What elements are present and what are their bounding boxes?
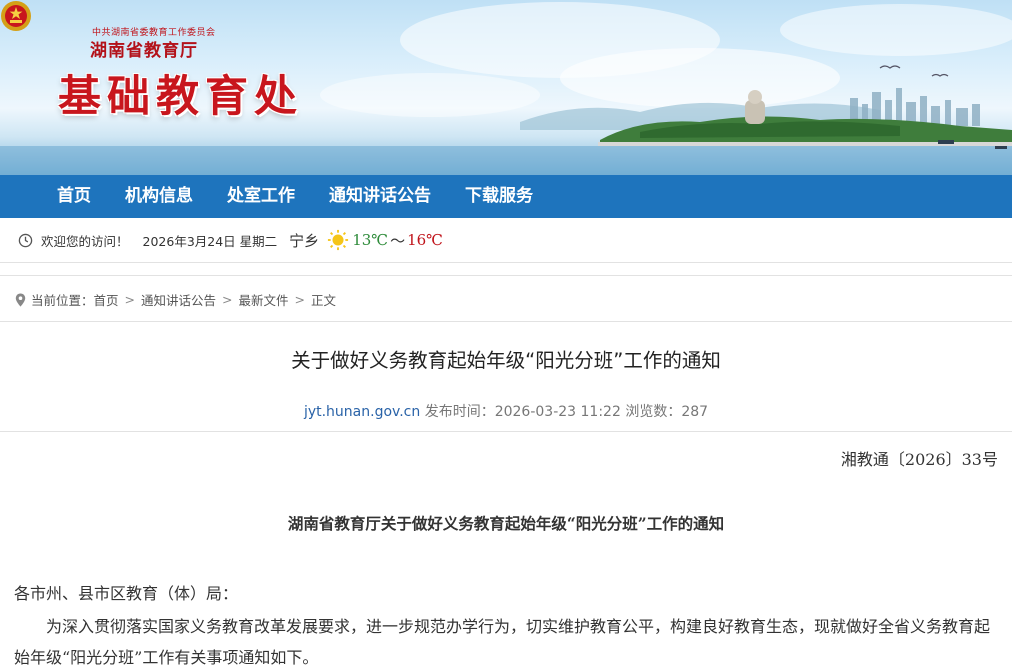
breadcrumb-latest-files[interactable]: 最新文件 bbox=[239, 290, 289, 309]
site-title: 基础教育处 bbox=[58, 72, 303, 122]
temperature-separator: ～ bbox=[390, 231, 406, 250]
chevron-right-icon: > bbox=[124, 292, 136, 307]
nav-organization-info[interactable]: 机构信息 bbox=[108, 175, 210, 218]
breadcrumb: 当前位置： 首页 > 通知讲话公告 > 最新文件 > 正文 bbox=[15, 290, 336, 309]
temperature-high: 16℃ bbox=[407, 231, 443, 249]
breadcrumb-prefix: 当前位置： bbox=[31, 293, 94, 308]
location-pin-icon bbox=[15, 293, 26, 306]
temperature-low: 13℃ bbox=[352, 231, 389, 249]
publish-label: 发布时间： bbox=[424, 404, 495, 420]
clock-icon bbox=[18, 233, 33, 247]
nav-home[interactable]: 首页 bbox=[40, 175, 108, 218]
chevron-right-icon: > bbox=[222, 292, 233, 307]
nav-notices[interactable]: 通知讲话公告 bbox=[312, 175, 448, 218]
divider bbox=[0, 321, 1012, 322]
divider bbox=[0, 431, 1012, 432]
document-title: 湖南省教育厅关于做好义务教育起始年级“阳光分班”工作的通知 bbox=[287, 514, 725, 533]
sun-icon bbox=[328, 229, 349, 251]
salutation: 各市州、县市区教育（体）局： bbox=[14, 584, 239, 603]
body-paragraph: 为深入贯彻落实国家义务教育改革发展要求，进一步规范办学行为，切实维护教育公平，构… bbox=[14, 617, 991, 667]
breadcrumb-home[interactable]: 首页 bbox=[94, 290, 119, 309]
org-name: 湖南省教育厅 bbox=[90, 41, 198, 61]
main-nav: 首页 机构信息 处室工作 通知讲话公告 下载服务 bbox=[0, 175, 1012, 218]
publish-time: 2026-03-23 11:22 bbox=[494, 404, 621, 420]
divider bbox=[0, 275, 1012, 276]
nav-department-work[interactable]: 处室工作 bbox=[210, 175, 312, 218]
breadcrumb-current: 正文 bbox=[311, 293, 337, 308]
breadcrumb-notices[interactable]: 通知讲话公告 bbox=[141, 290, 216, 309]
article-title: 关于做好义务教育起始年级“阳光分班”工作的通知 bbox=[291, 349, 721, 372]
weather-city: 宁乡 bbox=[289, 231, 320, 250]
article-meta: jyt.hunan.gov.cn 发布时间：2026-03-23 11:22 浏… bbox=[0, 401, 1012, 421]
chevron-right-icon: > bbox=[294, 292, 306, 307]
document-number: 湘教通〔2026〕33号 bbox=[840, 450, 998, 469]
source-link[interactable]: jyt.hunan.gov.cn bbox=[304, 404, 420, 420]
nav-downloads[interactable]: 下载服务 bbox=[448, 175, 550, 218]
current-date: 2026年3月24日 星期二 bbox=[142, 233, 278, 249]
view-count: 287 bbox=[681, 404, 709, 420]
header-banner: 中共湖南省委教育工作委员会 湖南省教育厅 基础教育处 bbox=[0, 0, 1012, 175]
views-label: 浏览数： bbox=[625, 404, 682, 420]
national-emblem-icon bbox=[1, 1, 31, 31]
welcome-text: 欢迎您的访问！ bbox=[41, 233, 129, 249]
info-bar: 欢迎您的访问！ 2026年3月24日 星期二 宁乡 13℃ ～ 16℃ bbox=[0, 218, 1012, 262]
divider bbox=[0, 262, 1012, 263]
